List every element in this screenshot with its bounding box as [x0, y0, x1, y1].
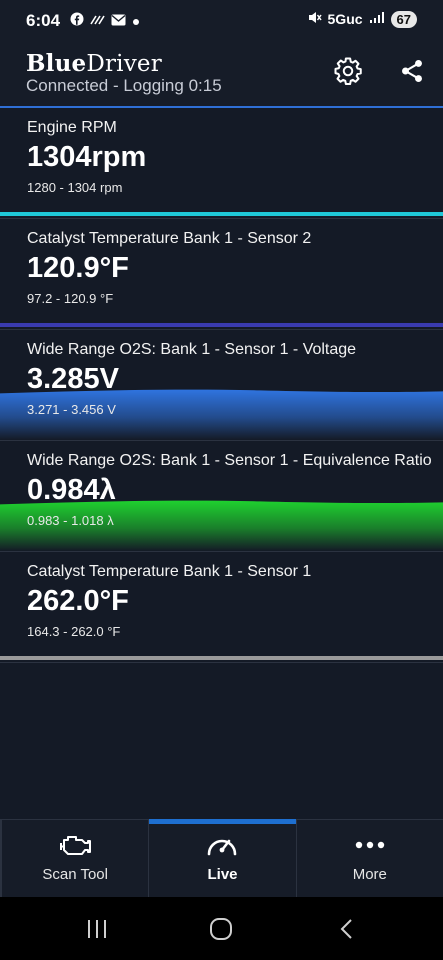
reading-label: Wide Range O2S: Bank 1 - Sensor 1 - Volt…: [27, 341, 357, 358]
signal-icon: [369, 11, 385, 27]
engine-icon: [60, 836, 92, 855]
home-icon: [210, 918, 232, 940]
connection-status: Connected - Logging 0:15: [26, 76, 222, 95]
nav-label: More: [352, 866, 387, 883]
reading-row-catalyst-temp-b1s2[interactable]: Catalyst Temperature Bank 1 - Sensor 2 1…: [0, 219, 443, 330]
status-bar: 6:04 5Guc 67: [0, 0, 443, 40]
reading-range: 3.271 - 3.456 V: [27, 402, 116, 417]
reading-value: 3.285V: [27, 363, 119, 395]
back-icon: [340, 919, 352, 939]
reading-value: 262.0°F: [27, 585, 129, 617]
reading-range: 97.2 - 120.9 °F: [27, 291, 114, 306]
more-dots-icon: [355, 841, 385, 849]
reading-range: 0.983 - 1.018 λ: [27, 513, 114, 528]
reading-row-engine-rpm[interactable]: Engine RPM 1304rpm 1280 - 1304 rpm: [0, 108, 443, 219]
settings-button[interactable]: [332, 55, 364, 87]
share-button[interactable]: [396, 55, 428, 87]
reading-value: 1304rpm: [27, 141, 147, 173]
nav-more[interactable]: More: [295, 820, 443, 898]
voicemail-icon: [90, 13, 105, 31]
bottom-navigation: Scan Tool Live More: [0, 819, 443, 898]
gauge-line: [0, 212, 443, 216]
reading-label: Engine RPM: [27, 119, 117, 136]
recents-icon: [88, 920, 106, 938]
status-time: 6:04: [26, 11, 61, 30]
reading-value: 0.984λ: [27, 474, 116, 506]
reading-label: Catalyst Temperature Bank 1 - Sensor 2: [27, 230, 312, 247]
nav-label: Live: [207, 866, 238, 883]
live-data-list: Engine RPM 1304rpm 1280 - 1304 rpm Catal…: [0, 108, 443, 663]
brand-logo: BlueDriver: [26, 50, 162, 77]
back-button[interactable]: [332, 915, 362, 943]
home-button[interactable]: [206, 915, 236, 943]
brand-part1: Blue: [26, 50, 87, 77]
facebook-icon: [70, 12, 84, 31]
nav-scan-tool[interactable]: Scan Tool: [0, 820, 148, 898]
gauge-line: [0, 323, 443, 327]
app-header: BlueDriver Connected - Logging 0:15: [0, 40, 443, 108]
network-type: 5Guc: [327, 11, 363, 27]
brand-part2: Driver: [86, 51, 162, 77]
reading-row-o2s-equivalence-ratio[interactable]: Wide Range O2S: Bank 1 - Sensor 1 - Equi…: [0, 441, 443, 552]
reading-value: 120.9°F: [27, 252, 129, 284]
system-navigation-bar: [0, 897, 443, 960]
nav-label: Scan Tool: [42, 866, 108, 883]
reading-range: 1280 - 1304 rpm: [27, 180, 123, 195]
nav-live[interactable]: Live: [148, 819, 296, 898]
recents-button[interactable]: [82, 915, 112, 943]
share-icon: [402, 59, 422, 83]
reading-row-catalyst-temp-b1s1[interactable]: Catalyst Temperature Bank 1 - Sensor 1 2…: [0, 552, 443, 663]
battery-indicator: 67: [390, 10, 417, 28]
mail-icon: [111, 13, 126, 31]
gear-icon: [334, 57, 362, 85]
gauge-line: [0, 656, 443, 660]
reading-label: Catalyst Temperature Bank 1 - Sensor 1: [27, 563, 312, 580]
speedometer-icon: [208, 839, 237, 856]
reading-range: 164.3 - 262.0 °F: [27, 624, 121, 639]
dot-icon: [132, 13, 140, 31]
reading-row-o2s-voltage[interactable]: Wide Range O2S: Bank 1 - Sensor 1 - Volt…: [0, 330, 443, 441]
reading-label: Wide Range O2S: Bank 1 - Sensor 1 - Equi…: [27, 452, 432, 469]
mute-icon: [307, 10, 322, 28]
